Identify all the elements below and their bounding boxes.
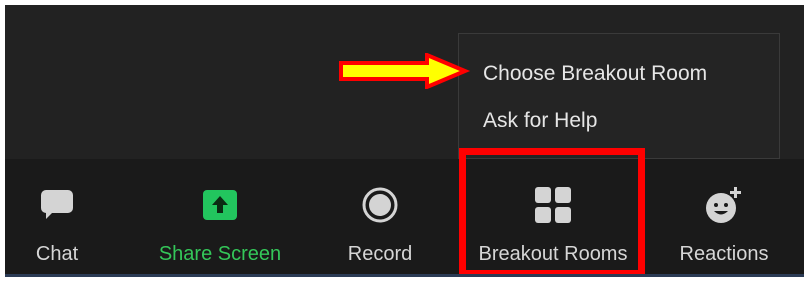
chat-button[interactable]: Chat — [25, 159, 89, 277]
record-icon — [360, 185, 400, 225]
meeting-toolbar: Chat Share Screen Record Breakout Rooms … — [5, 159, 804, 277]
bottom-divider — [5, 274, 804, 277]
share-screen-button[interactable]: Share Screen — [145, 159, 295, 277]
reactions-emoji-icon — [704, 185, 744, 225]
menu-item-choose-breakout-room[interactable]: Choose Breakout Room — [483, 62, 707, 86]
menu-item-ask-for-help[interactable]: Ask for Help — [483, 109, 597, 133]
breakout-rooms-menu: Choose Breakout Room Ask for Help — [458, 33, 780, 159]
chat-bubble-icon — [37, 185, 77, 225]
share-screen-arrow-icon — [200, 185, 240, 225]
breakout-rooms-highlight-box — [459, 148, 645, 277]
reactions-button[interactable]: Reactions — [665, 159, 783, 277]
reactions-label: Reactions — [679, 243, 769, 265]
record-button[interactable]: Record — [335, 159, 425, 277]
annotation-arrow-icon — [339, 53, 471, 89]
chat-label: Chat — [35, 243, 79, 265]
share-screen-label: Share Screen — [158, 243, 282, 265]
zoom-window: Choose Breakout Room Ask for Help Chat S — [5, 5, 804, 277]
record-label: Record — [347, 243, 413, 265]
